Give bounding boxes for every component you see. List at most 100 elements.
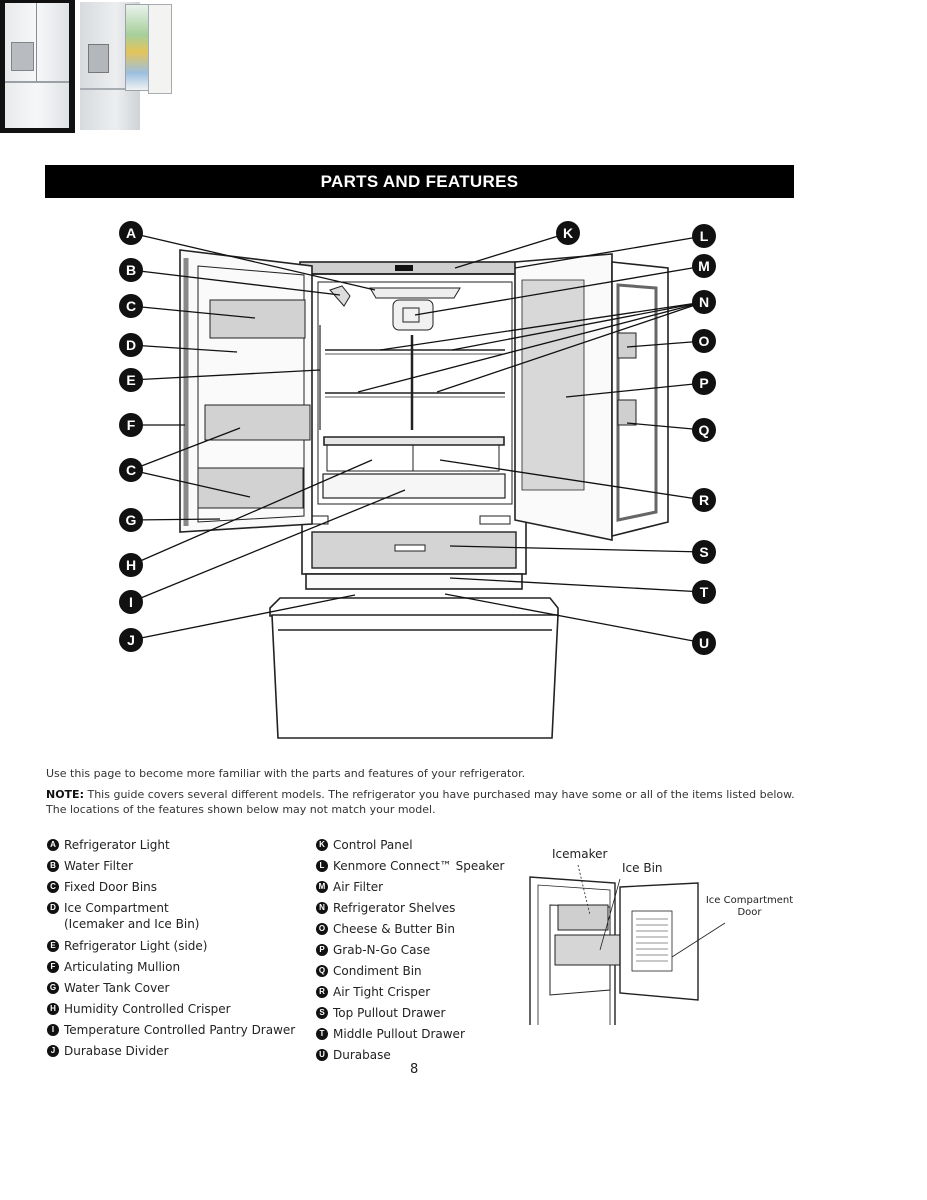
door-label-line2: Door (737, 907, 762, 918)
part-label: Articulating Mullion (64, 960, 181, 974)
letter-badge: J (47, 1045, 59, 1057)
part-item: L Kenmore Connect™ Speaker (316, 858, 531, 879)
letter-badge: I (47, 1024, 59, 1036)
dispenser (11, 42, 34, 71)
part-label: Air Tight Crisper (333, 985, 431, 999)
part-label: Fixed Door Bins (64, 880, 158, 894)
part-label: Refrigerator Shelves (333, 901, 456, 915)
svg-text:B: B (126, 262, 136, 278)
letter-badge: K (316, 839, 328, 851)
svg-text:J: J (127, 632, 135, 648)
marker-I: I (119, 590, 143, 614)
part-label: Water Tank Cover (64, 981, 170, 995)
part-label: Durabase Divider (64, 1044, 169, 1058)
part-label: Humidity Controlled Crisper (64, 1002, 231, 1016)
marker-C-lower: C (119, 458, 143, 482)
svg-text:U: U (699, 635, 709, 651)
part-label: Control Panel (333, 838, 413, 852)
svg-text:O: O (699, 333, 710, 349)
note-label: NOTE: (46, 788, 84, 801)
section-header: PARTS AND FEATURES (45, 165, 794, 198)
section-title: PARTS AND FEATURES (320, 171, 519, 191)
part-item: I Temperature Controlled Pantry Drawer (47, 1022, 317, 1043)
ice-compartment-drawing (529, 864, 726, 1025)
marker-P: P (692, 371, 716, 395)
intro-line: Use this page to become more familiar wi… (46, 767, 526, 780)
part-label: Refrigerator Light (64, 838, 170, 852)
part-label: Kenmore Connect™ Speaker (333, 859, 505, 873)
letter-badge: E (47, 940, 59, 952)
ice-compartment-inset: Icemaker Ice Bin Ice Compartment Door (520, 835, 810, 1030)
letter-badge: P (316, 944, 328, 956)
ice-compartment-door-label: Ice Compartment Door (702, 895, 797, 919)
part-item: S Top Pullout Drawer (316, 1005, 531, 1026)
part-item: C Fixed Door Bins (47, 879, 317, 900)
part-label: Refrigerator Light (side) (64, 939, 208, 953)
letter-badge: T (316, 1028, 328, 1040)
open-door-with-food (125, 4, 150, 91)
intro-text: Use this page to become more familiar wi… (46, 766, 806, 823)
svg-text:P: P (699, 375, 708, 391)
part-label: Middle Pullout Drawer (333, 1027, 465, 1041)
marker-T: T (692, 580, 716, 604)
marker-B: B (119, 258, 143, 282)
letter-badge: H (47, 1003, 59, 1015)
marker-H: H (119, 553, 143, 577)
letter-badge: M (316, 881, 328, 893)
part-item: A Refrigerator Light (47, 837, 317, 858)
svg-text:T: T (700, 584, 709, 600)
svg-text:S: S (699, 544, 708, 560)
part-item: F Articulating Mullion (47, 959, 317, 980)
svg-text:F: F (127, 417, 136, 433)
svg-text:K: K (563, 225, 573, 241)
marker-O: O (692, 329, 716, 353)
letter-badge: C (47, 881, 59, 893)
part-item: M Air Filter (316, 879, 531, 900)
letter-badge: B (47, 860, 59, 872)
door-label-line1: Ice Compartment (705, 895, 794, 906)
part-label: Durabase (333, 1048, 391, 1062)
part-item: N Refrigerator Shelves (316, 900, 531, 921)
door-split (36, 3, 37, 81)
marker-C: C (119, 294, 143, 318)
letter-badge: F (47, 961, 59, 973)
note-paragraph: NOTE: This guide covers several differen… (46, 787, 806, 817)
part-label: Air Filter (333, 880, 384, 894)
part-label-block: Ice Compartment (Icemaker and Ice Bin) (64, 900, 199, 932)
part-item: U Durabase (316, 1047, 531, 1068)
part-label-sub: (Icemaker and Ice Bin) (64, 917, 200, 931)
letter-badge: U (316, 1049, 328, 1061)
marker-R: R (692, 488, 716, 512)
part-label: Grab-N-Go Case (333, 943, 431, 957)
part-item: K Control Panel (316, 837, 531, 858)
svg-text:C: C (126, 462, 136, 478)
marker-M: M (692, 254, 716, 278)
letter-badge: O (316, 923, 328, 935)
parts-list-left: A Refrigerator Light B Water Filter C Fixed… (47, 837, 317, 1064)
part-label: Temperature Controlled Pantry Drawer (64, 1023, 296, 1037)
letter-badge: G (47, 982, 59, 994)
part-item: D Ice Compartment (Icemaker and Ice Bin) (47, 900, 317, 938)
svg-text:N: N (699, 294, 709, 310)
part-item: H Humidity Controlled Crisper (47, 1001, 317, 1022)
part-item: R Air Tight Crisper (316, 984, 531, 1005)
open-door-inner (148, 4, 172, 94)
part-item: P Grab-N-Go Case (316, 942, 531, 963)
part-label: Condiment Bin (333, 964, 422, 978)
svg-text:H: H (126, 557, 136, 573)
open-refrigerator-photo (80, 2, 172, 132)
control-panel-strip (299, 261, 529, 275)
parts-list-right: K Control Panel L Kenmore Connect™ Speaker… (316, 837, 531, 1068)
marker-G: G (119, 508, 143, 532)
svg-text:C: C (126, 298, 136, 314)
svg-text:D: D (126, 337, 136, 353)
svg-text:Q: Q (699, 422, 710, 438)
part-label: Cheese & Butter Bin (333, 922, 455, 936)
part-item: E Refrigerator Light (side) (47, 938, 317, 959)
svg-text:G: G (126, 512, 137, 528)
drawer-seam (5, 81, 69, 83)
icemaker-label: Icemaker (552, 847, 608, 861)
refrigerator-diagram: A B C D E F C G H I J K L M N O P Q R S … (119, 221, 716, 739)
svg-text:A: A (126, 225, 136, 241)
svg-text:L: L (700, 228, 709, 244)
